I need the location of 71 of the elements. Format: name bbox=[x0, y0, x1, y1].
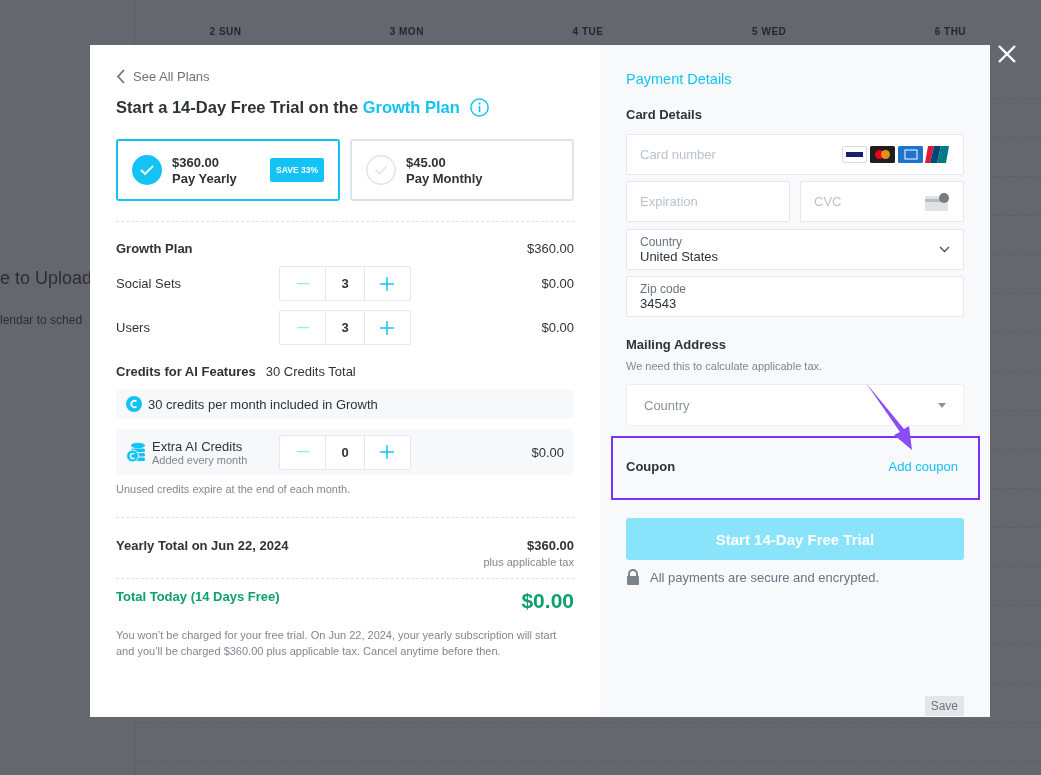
close-icon bbox=[997, 44, 1017, 64]
line-price: $0.00 bbox=[530, 444, 564, 460]
tax-note: plus applicable tax bbox=[483, 556, 574, 568]
background-text: lendar to sched bbox=[0, 313, 83, 327]
quantity-field[interactable]: 3 bbox=[326, 311, 364, 344]
chevron-left-icon bbox=[116, 69, 125, 84]
yearly-total-amount: $360.00 bbox=[527, 538, 574, 553]
country-select[interactable]: Country United States bbox=[626, 229, 964, 270]
day-header: 6 THU bbox=[934, 26, 967, 37]
save-badge: SAVE 33% bbox=[270, 158, 324, 182]
quantity-stepper[interactable]: 0 bbox=[279, 434, 411, 470]
quantity-field[interactable]: 0 bbox=[326, 435, 364, 469]
back-link[interactable]: See All Plans bbox=[116, 69, 210, 84]
minus-icon bbox=[296, 451, 309, 453]
quantity-stepper[interactable]: 3 bbox=[279, 266, 411, 301]
info-icon[interactable] bbox=[469, 98, 489, 117]
card-number-input[interactable]: Card number bbox=[640, 147, 838, 162]
day-header: 5 WED bbox=[752, 26, 787, 37]
plan-price: $45.00 bbox=[406, 154, 447, 170]
credits-note: Unused credits expire at the end of each month. bbox=[116, 483, 352, 495]
card-details-heading: Card Details bbox=[626, 107, 703, 122]
extra-credits-subtext: Added every month bbox=[152, 453, 248, 466]
credits-total: 30 Credits Total bbox=[265, 364, 356, 379]
expiration-field[interactable]: Expiration bbox=[626, 181, 790, 222]
card-number-field[interactable]: Card number bbox=[626, 134, 964, 175]
secure-note: All payments are secure and encrypted. bbox=[650, 569, 880, 585]
dialog-title: Start a 14-Day Free Trial on the Growth Plan bbox=[116, 98, 460, 117]
today-total-label: Total Today (14 Days Free) bbox=[116, 589, 280, 604]
yearly-total-label: Yearly Total on Jun 22, 2024 bbox=[116, 538, 289, 553]
cvc-input[interactable]: CVC bbox=[814, 194, 921, 209]
plan-name: Growth Plan bbox=[116, 241, 193, 256]
day-header: 2 SUN bbox=[209, 26, 242, 37]
extra-credits-label: Extra AI Credits bbox=[152, 438, 244, 454]
day-header: 4 TUE bbox=[572, 26, 604, 37]
card-back-icon bbox=[925, 192, 950, 211]
coin-stack-icon bbox=[126, 441, 146, 463]
credits-included-text: 30 credits per month included in Growth bbox=[148, 396, 378, 412]
line-price: $0.00 bbox=[540, 320, 574, 335]
plus-icon bbox=[380, 320, 395, 335]
plan-price: $360.00 bbox=[172, 154, 220, 170]
expiration-input[interactable]: Expiration bbox=[640, 194, 776, 209]
payment-heading: Payment Details bbox=[626, 71, 733, 87]
day-header: 3 MON bbox=[389, 26, 424, 37]
save-button[interactable]: Save bbox=[924, 696, 964, 716]
plan-option[interactable]: $360.00 Pay Yearly SAVE 33% bbox=[116, 139, 340, 201]
cvc-field[interactable]: CVC bbox=[800, 181, 964, 222]
credits-heading: Credits for AI Features bbox=[116, 364, 256, 379]
lock-icon bbox=[626, 569, 640, 585]
quantity-label: Users bbox=[116, 320, 151, 335]
trial-disclaimer: You won’t be charged for your free trial. On Jun 22, 2024, your yearly subscription will start and you’ll be charged $360.00 plus applicable tax. Cancel anytime before then. bbox=[116, 628, 558, 659]
plan-option[interactable]: $45.00 Pay Monthly bbox=[350, 139, 574, 201]
card-logos-icon bbox=[842, 146, 950, 163]
quantity-field[interactable]: 3 bbox=[326, 267, 364, 300]
line-price: $0.00 bbox=[540, 276, 574, 291]
minus-icon bbox=[296, 282, 309, 285]
quantity-stepper[interactable]: 3 bbox=[279, 310, 411, 345]
plan-label: Pay Monthly bbox=[406, 170, 484, 186]
plan-total: $360.00 bbox=[527, 241, 574, 256]
plus-icon bbox=[380, 445, 395, 459]
plan-label: Pay Yearly bbox=[172, 170, 238, 186]
mailing-address-note: We need this to calculate applicable tax. bbox=[626, 360, 824, 372]
coupon-label: Coupon bbox=[626, 459, 676, 474]
caret-down-icon bbox=[938, 402, 946, 408]
minus-icon bbox=[296, 326, 309, 329]
today-total-amount: $0.00 bbox=[521, 589, 574, 613]
mailing-address-heading: Mailing Address bbox=[626, 337, 727, 352]
zip-code-field[interactable]: Zip code 34543 bbox=[626, 276, 964, 317]
plus-icon bbox=[380, 276, 395, 291]
coin-icon bbox=[126, 396, 142, 412]
quantity-label: Social Sets bbox=[116, 276, 183, 291]
chevron-down-icon bbox=[939, 246, 950, 253]
